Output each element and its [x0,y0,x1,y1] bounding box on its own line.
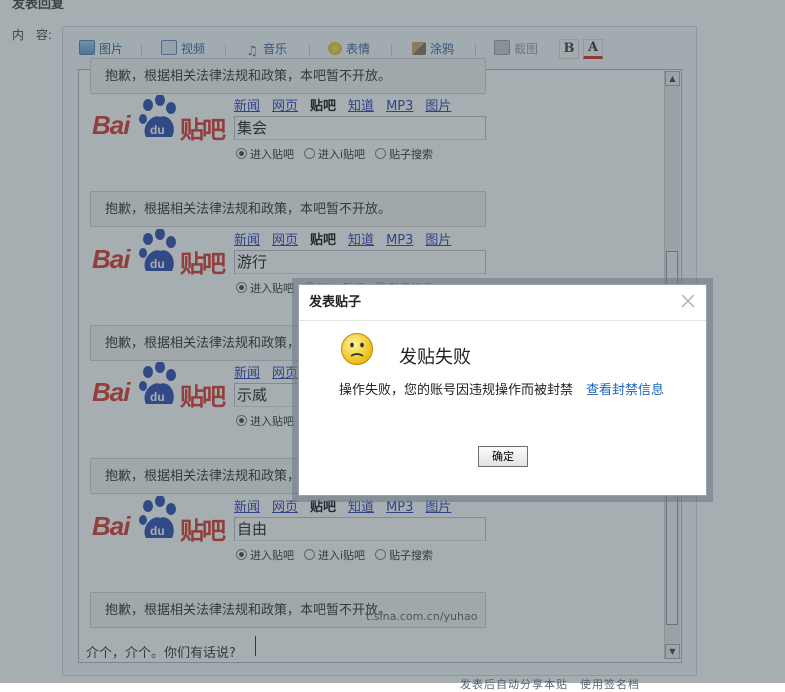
sad-face-icon [341,333,373,365]
post-failed-dialog: 发表贴子 发贴失败 操作失败，您的账号因违规操作而被封禁 查看封禁信息 确定 [298,284,707,496]
dialog-heading: 发贴失败 [399,347,471,368]
view-ban-info-link[interactable]: 查看封禁信息 [586,383,664,398]
reply-page: 发表回复 内 容: 图片 视频 ♫ 音乐 表情 涂鸦 截图 B A 抱歉，根据相关… [0,0,785,691]
dialog-message: 操作失败，您的账号因违规操作而被封禁 查看封禁信息 [339,383,665,398]
dialog-title: 发表贴子 [299,285,706,321]
ok-button[interactable]: 确定 [478,446,528,467]
close-icon[interactable] [678,291,698,311]
